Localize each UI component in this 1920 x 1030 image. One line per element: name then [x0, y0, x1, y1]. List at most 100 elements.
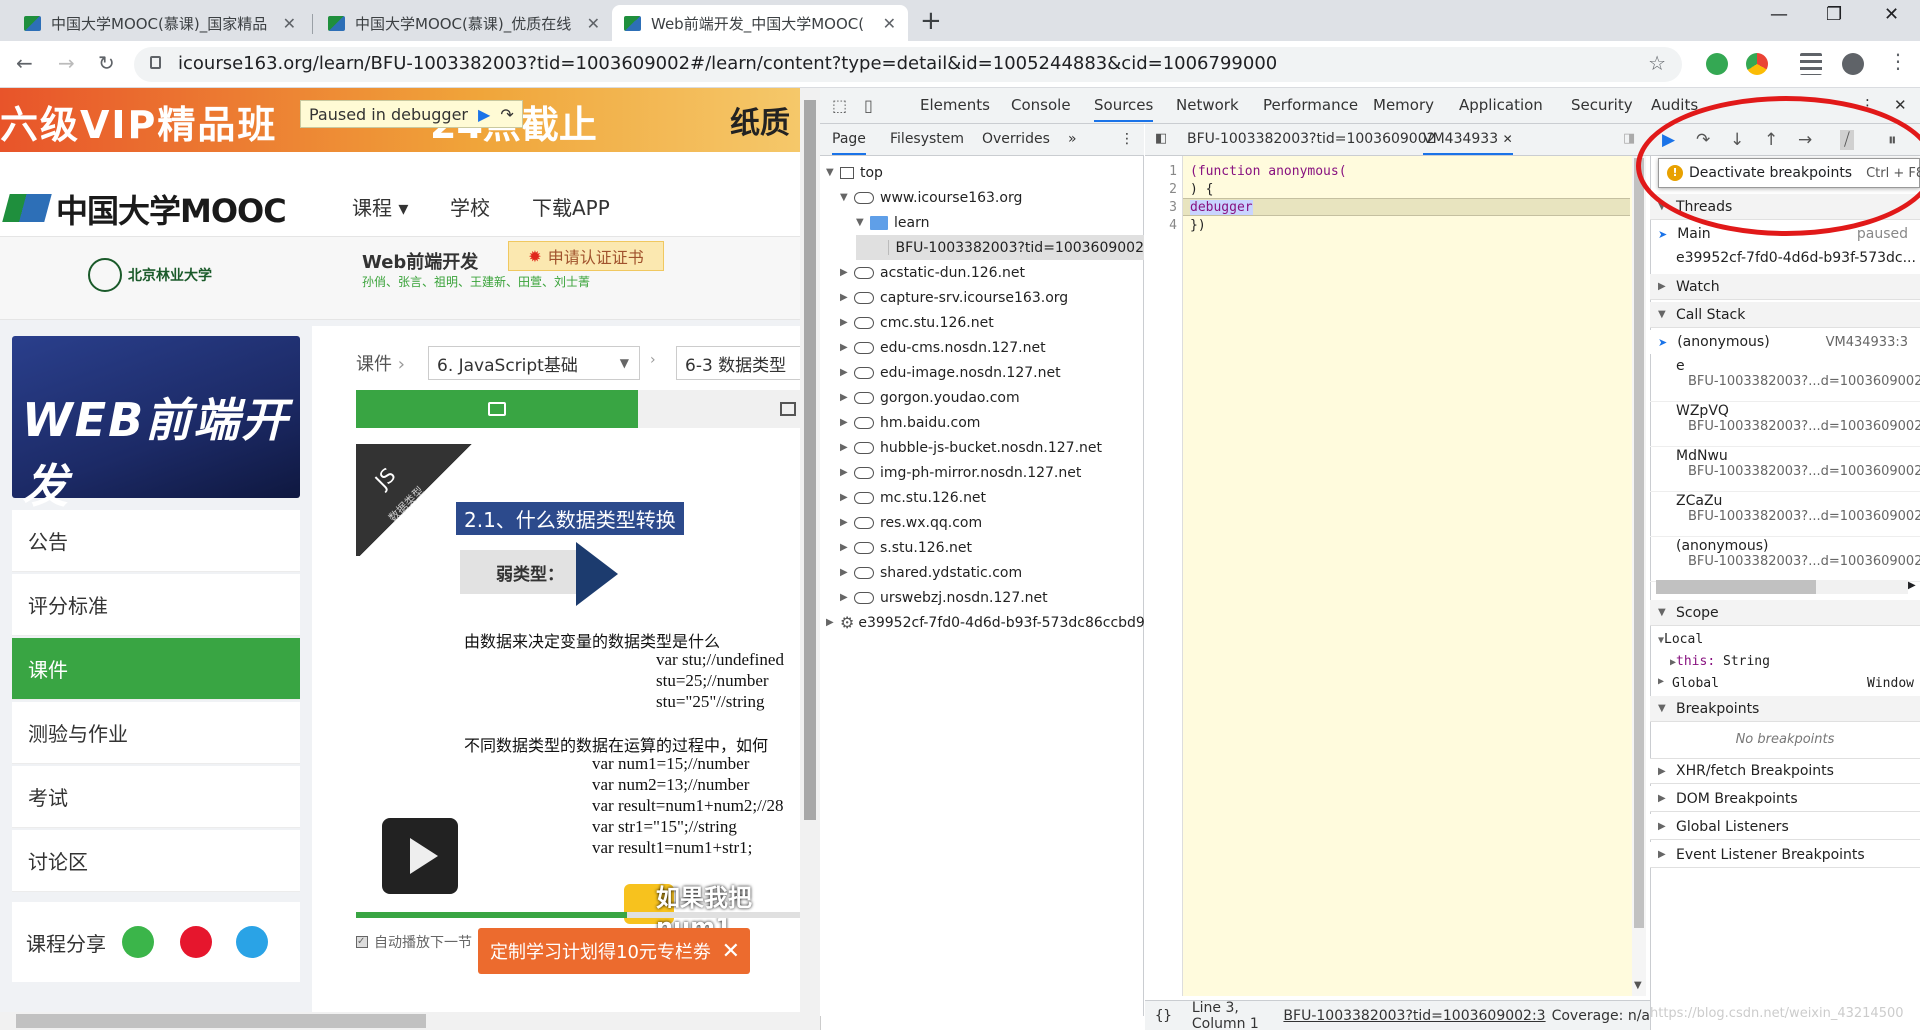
expand-icon[interactable]: ▶: [840, 317, 854, 328]
tree-item-domain[interactable]: ▶ gorgon.youdao.com: [840, 385, 1020, 410]
expand-icon[interactable]: ▶: [840, 367, 854, 378]
close-tab-icon[interactable]: ✕: [587, 14, 600, 33]
scroll-right-icon[interactable]: ▶: [1908, 580, 1916, 591]
nav-tab-overrides[interactable]: Overrides: [982, 131, 1050, 147]
page-scroll-thumb[interactable]: [804, 100, 816, 820]
browser-tab-2[interactable]: 中国大学MOOC(慕课)_优质在线 ✕: [316, 5, 612, 41]
tree-item-domain[interactable]: ▶ mc.stu.126.net: [840, 485, 986, 510]
study-plan-promo[interactable]: 定制学习计划得10元专栏劵 ✕: [478, 928, 750, 974]
doc-tab[interactable]: [638, 390, 808, 428]
tab-console[interactable]: Console: [1011, 96, 1071, 114]
watch-header[interactable]: ▶ Watch: [1650, 274, 1920, 300]
expand-icon[interactable]: ▶: [840, 467, 854, 478]
tree-item-host[interactable]: ▼ www.icourse163.org: [840, 185, 1022, 210]
device-toolbar-icon[interactable]: ▯: [864, 96, 873, 115]
tab-network[interactable]: Network: [1176, 96, 1239, 114]
toggle-navigator-icon[interactable]: ◧: [1155, 131, 1167, 146]
tree-item-domain[interactable]: ▶ hm.baidu.com: [840, 410, 980, 435]
tab-elements[interactable]: Elements: [920, 96, 990, 114]
close-editor-tab-icon[interactable]: ✕: [1503, 132, 1513, 146]
video-progress-bar[interactable]: [356, 912, 808, 918]
line-number[interactable]: 1: [1145, 164, 1177, 179]
breadcrumb-courseware[interactable]: 课件 ›: [356, 350, 405, 376]
expand-icon[interactable]: ▶: [840, 592, 854, 603]
tree-item-domain[interactable]: ▶ hubble-js-bucket.nosdn.127.net: [840, 435, 1102, 460]
autoplay-checkbox[interactable]: ✓ 自动播放下一节: [356, 932, 472, 952]
minimize-button[interactable]: —: [1770, 4, 1788, 25]
nav-schools[interactable]: 学校: [450, 192, 490, 221]
grammarly-extension-icon[interactable]: [1706, 53, 1728, 75]
scope-this[interactable]: ▶this: String: [1650, 654, 1920, 669]
reading-list-icon[interactable]: [1800, 53, 1822, 75]
callstack-frame[interactable]: WZpVQ BFU-1003382003?...d=1003609002: [1650, 403, 1920, 447]
chrome-extension-icon[interactable]: [1746, 53, 1768, 75]
line-number[interactable]: 4: [1145, 218, 1177, 233]
global-listeners-header[interactable]: ▶ Global Listeners: [1650, 814, 1920, 840]
expand-icon[interactable]: ▶: [840, 267, 854, 278]
new-tab-button[interactable]: +: [920, 6, 942, 36]
weibo-share-icon[interactable]: [180, 926, 212, 958]
chapter-select[interactable]: 6. JavaScript基础 ▼: [428, 346, 640, 380]
tree-item-file-selected[interactable]: BFU-1003382003?tid=1003609002: [856, 235, 1144, 260]
callstack-frame[interactable]: e BFU-1003382003?...d=1003609002: [1650, 358, 1920, 402]
toggle-debugger-icon[interactable]: ◨: [1623, 131, 1635, 146]
profile-avatar-icon[interactable]: [1842, 53, 1864, 75]
omnibox[interactable]: icourse163.org/learn/BFU-1003382003?tid=…: [134, 47, 1682, 82]
tree-item-domain[interactable]: ▶ cmc.stu.126.net: [840, 310, 994, 335]
tree-item-top[interactable]: ▼ top: [826, 160, 883, 185]
sidebar-item-quizzes[interactable]: 测验与作业: [12, 702, 300, 764]
university-logo[interactable]: 北京林业大学: [88, 250, 238, 300]
qq-share-icon[interactable]: [236, 926, 268, 958]
sidebar-item-grading[interactable]: 评分标准: [12, 574, 300, 636]
line-number[interactable]: 2: [1145, 182, 1177, 197]
bookmark-star-icon[interactable]: ☆: [1648, 51, 1666, 75]
nav-tab-filesystem[interactable]: Filesystem: [890, 131, 964, 147]
tree-item-domain[interactable]: ▶ res.wx.qq.com: [840, 510, 982, 535]
close-window-button[interactable]: ✕: [1884, 4, 1899, 25]
sidebar-item-forum[interactable]: 讨论区: [12, 830, 300, 892]
inspect-element-icon[interactable]: ⬚: [832, 96, 847, 115]
nav-tab-page[interactable]: Page: [832, 131, 866, 155]
back-icon[interactable]: ←: [16, 51, 33, 75]
callstack-hscroll-thumb[interactable]: [1656, 580, 1816, 594]
tab-application[interactable]: Application: [1459, 96, 1543, 114]
nav-download-app[interactable]: 下载APP: [532, 192, 610, 221]
maximize-button[interactable]: ❐: [1826, 4, 1842, 25]
wechat-share-icon[interactable]: [122, 926, 154, 958]
more-menu-icon[interactable]: ⋮: [1888, 49, 1908, 73]
tab-performance[interactable]: Performance: [1263, 96, 1358, 114]
tree-item-domain[interactable]: ▶ acstatic-dun.126.net: [840, 260, 1025, 285]
expand-icon[interactable]: ▶: [840, 542, 854, 553]
tree-item-domain[interactable]: ▶ edu-cms.nosdn.127.net: [840, 335, 1046, 360]
checkbox-icon[interactable]: ✓: [356, 936, 368, 948]
expand-icon[interactable]: ▶: [840, 492, 854, 503]
browser-tab-3-active[interactable]: Web前端开发_中国大学MOOC( ✕: [612, 5, 908, 41]
expand-icon[interactable]: ▶: [840, 442, 854, 453]
tree-item-domain[interactable]: ▶ capture-srv.icourse163.org: [840, 285, 1068, 310]
tree-item-folder[interactable]: ▼ learn: [856, 210, 929, 235]
browser-tab-1[interactable]: 中国大学MOOC(慕课)_国家精品 ✕: [12, 5, 308, 41]
code-editor[interactable]: [1145, 156, 1635, 996]
nav-more-tabs[interactable]: »: [1068, 131, 1077, 147]
callstack-frame[interactable]: MdNwu BFU-1003382003?...d=1003609002: [1650, 448, 1920, 492]
video-tab-active[interactable]: [356, 390, 638, 428]
close-tab-icon[interactable]: ✕: [283, 14, 296, 33]
event-listener-breakpoints-header[interactable]: ▶ Event Listener Breakpoints: [1650, 842, 1920, 868]
tree-item-domain[interactable]: ▶ s.stu.126.net: [840, 535, 972, 560]
reload-icon[interactable]: ↻: [98, 51, 115, 75]
lesson-select[interactable]: 6-3 数据类型: [676, 346, 808, 380]
expand-icon[interactable]: ▶: [840, 392, 854, 403]
callstack-frame[interactable]: (anonymous) BFU-1003382003?...d=100360900…: [1650, 538, 1920, 582]
nav-courses[interactable]: 课程 ▾: [352, 192, 408, 221]
editor-tab-bfu[interactable]: BFU-1003382003?tid=1003609002: [1187, 131, 1436, 147]
pretty-print-button[interactable]: {}: [1155, 1008, 1172, 1024]
sidebar-item-exam[interactable]: 考试: [12, 766, 300, 828]
mooc-logo-icon[interactable]: [2, 194, 52, 222]
sidebar-item-announcement[interactable]: 公告: [12, 510, 300, 572]
url-text[interactable]: icourse163.org/learn/BFU-1003382003?tid=…: [178, 53, 1277, 74]
navigator-menu-icon[interactable]: ⋮: [1120, 131, 1134, 147]
dom-breakpoints-header[interactable]: ▶ DOM Breakpoints: [1650, 786, 1920, 812]
expand-icon[interactable]: ▶: [840, 417, 854, 428]
expand-icon[interactable]: ▶: [840, 517, 854, 528]
site-logo-text[interactable]: 中国大学MOOC: [56, 186, 287, 232]
